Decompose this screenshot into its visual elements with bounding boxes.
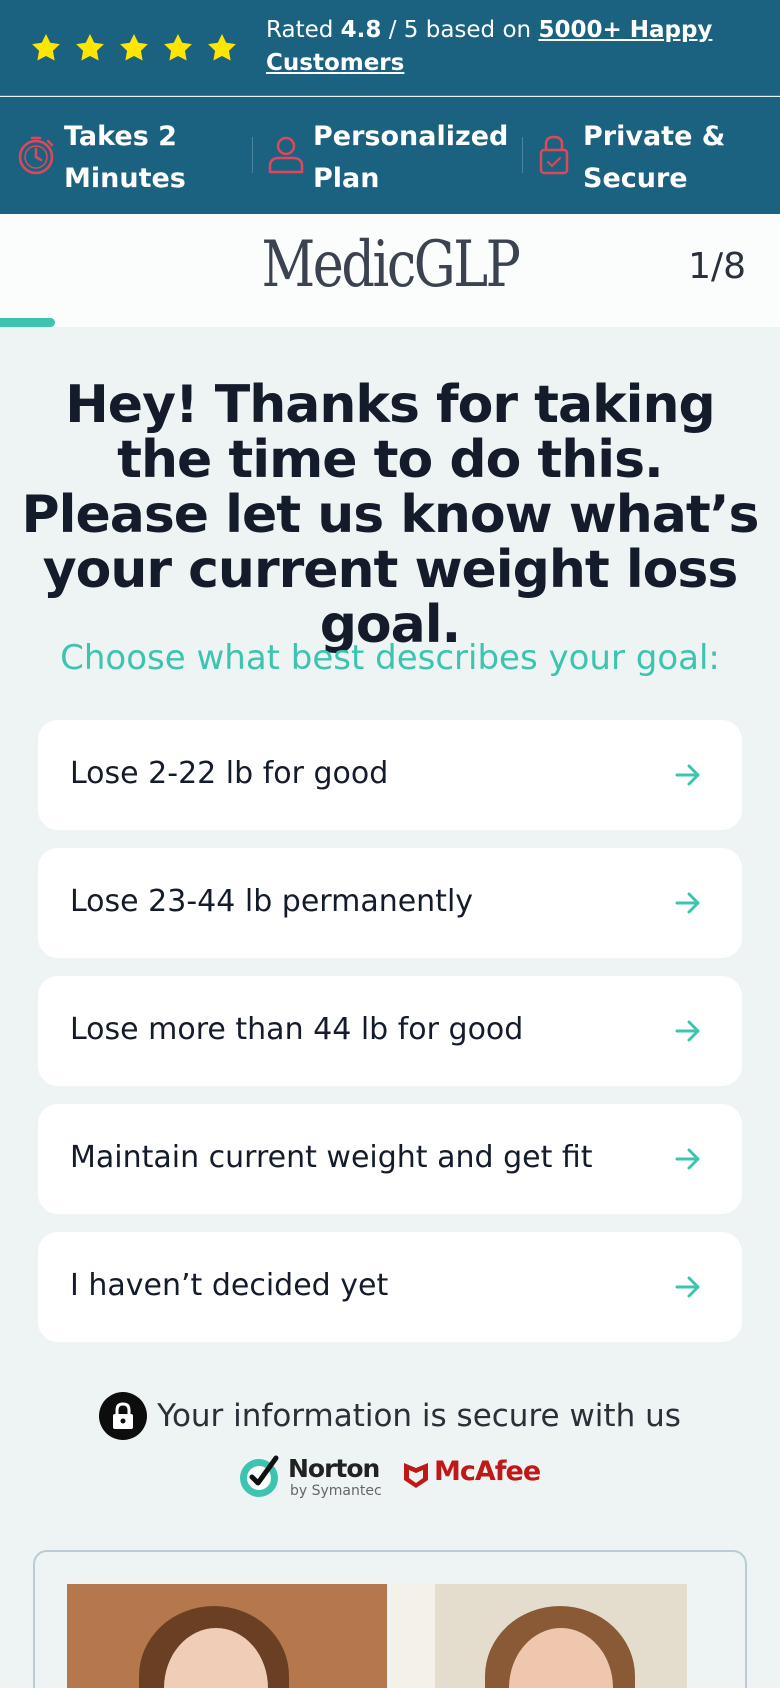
feature-line: Private & xyxy=(583,121,726,152)
security-text: Your information is secure with us xyxy=(157,1398,681,1434)
rating-score: 4.8 xyxy=(340,17,382,43)
medicglp-logo[interactable]: MedicGLP xyxy=(70,228,710,302)
norton-sub-text: by Symantec xyxy=(290,1483,382,1499)
norton-check-icon xyxy=(240,1455,279,1497)
goal-option-lose-more-than-44[interactable]: Lose more than 44 lb for good xyxy=(38,976,742,1086)
mcafee-logo-text: McAfee xyxy=(434,1456,541,1487)
feature-takes-2-minutes: Takes 2 Minutes xyxy=(64,116,186,200)
rating-text: Rated 4.8 / 5 based on 5000+ Happy Custo… xyxy=(266,14,736,80)
feature-line: Plan xyxy=(313,163,380,194)
arrow-right-icon xyxy=(675,764,700,786)
goal-option-maintain-weight[interactable]: Maintain current weight and get fit xyxy=(38,1104,742,1214)
rating-prefix: Rated xyxy=(266,17,334,43)
rating-scale: / 5 based on xyxy=(388,17,532,43)
star-icon xyxy=(76,34,104,61)
option-label: Lose 23-44 lb permanently xyxy=(70,884,474,919)
question-subheading: Choose what best describes your goal: xyxy=(60,638,720,678)
option-label: I haven’t decided yet xyxy=(70,1268,389,1303)
star-icon xyxy=(208,34,236,61)
question-headline: Hey! Thanks for taking the time to do th… xyxy=(21,375,760,655)
rating-bar: Rated 4.8 / 5 based on 5000+ Happy Custo… xyxy=(0,0,780,96)
feature-line: Takes 2 xyxy=(64,121,177,152)
security-badges: Norton by Symantec McAfee xyxy=(236,1450,556,1502)
feature-line: Personalized xyxy=(313,121,509,152)
after-photo xyxy=(391,1584,687,1688)
stopwatch-icon xyxy=(18,136,54,175)
site-header: MedicGLP 1/8 xyxy=(0,214,780,318)
arrow-right-icon xyxy=(675,1148,700,1170)
divider xyxy=(522,137,523,173)
goal-option-undecided[interactable]: I haven’t decided yet xyxy=(38,1232,742,1342)
padlock-icon xyxy=(539,135,569,175)
feature-line: Minutes xyxy=(64,163,186,194)
star-icon xyxy=(164,34,192,61)
mcafee-shield-icon xyxy=(404,1463,428,1488)
progress-fill xyxy=(0,318,55,327)
lock-icon xyxy=(99,1392,148,1440)
star-icon xyxy=(120,34,148,61)
option-label: Lose more than 44 lb for good xyxy=(70,1012,524,1047)
feature-personalized-plan: Personalized Plan xyxy=(313,116,508,200)
features-bar: Takes 2 Minutes Personalized Plan Privat… xyxy=(0,97,780,214)
testimonial-card xyxy=(33,1550,747,1688)
star-icon xyxy=(32,34,60,61)
norton-logo-text: Norton xyxy=(288,1454,380,1483)
feature-line: Secure xyxy=(583,163,688,194)
star-rating xyxy=(30,32,238,64)
feature-private-secure: Private & Secure xyxy=(583,116,725,200)
arrow-right-icon xyxy=(675,1276,700,1298)
goal-option-lose-23-44[interactable]: Lose 23-44 lb permanently xyxy=(38,848,742,958)
goal-option-lose-2-22[interactable]: Lose 2-22 lb for good xyxy=(38,720,742,830)
option-label: Lose 2-22 lb for good xyxy=(70,756,389,791)
progress-bar xyxy=(0,318,780,327)
step-indicator: 1/8 xyxy=(688,246,746,287)
arrow-right-icon xyxy=(675,892,700,914)
person-icon xyxy=(268,136,304,174)
option-label: Maintain current weight and get fit xyxy=(70,1140,593,1175)
security-notice: Your information is secure with us xyxy=(0,1392,780,1440)
divider xyxy=(252,137,253,173)
arrow-right-icon xyxy=(675,1020,700,1042)
before-photo xyxy=(67,1584,387,1688)
